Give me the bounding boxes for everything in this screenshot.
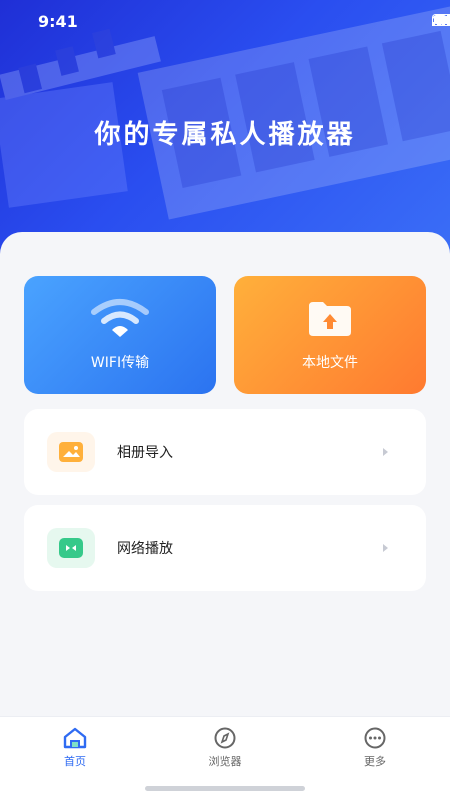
tab-home[interactable]: 首页 bbox=[35, 727, 115, 769]
local-files-card[interactable]: 本地文件 bbox=[234, 276, 426, 394]
chevron-right-icon bbox=[383, 448, 388, 456]
photo-album-icon bbox=[47, 432, 95, 472]
wifi-transfer-label: WIFI传输 bbox=[91, 352, 149, 372]
more-icon bbox=[362, 727, 388, 749]
compass-icon bbox=[212, 727, 238, 749]
tab-home-label: 首页 bbox=[64, 753, 86, 769]
home-icon bbox=[62, 727, 88, 749]
home-indicator bbox=[145, 786, 305, 791]
tab-browser[interactable]: 浏览器 bbox=[185, 727, 265, 769]
network-play-label: 网络播放 bbox=[117, 538, 383, 558]
network-play-icon bbox=[47, 528, 95, 568]
wifi-transfer-card[interactable]: WIFI传输 bbox=[24, 276, 216, 394]
hero-title: 你的专属私人播放器 bbox=[0, 114, 450, 151]
battery-icon bbox=[432, 14, 450, 26]
tab-more-label: 更多 bbox=[364, 753, 386, 769]
status-time: 9:41 bbox=[38, 12, 78, 31]
list-item-network-play[interactable]: 网络播放 bbox=[24, 505, 426, 591]
tab-more[interactable]: 更多 bbox=[335, 727, 415, 769]
list-item-album-import[interactable]: 相册导入 bbox=[24, 409, 426, 495]
local-files-label: 本地文件 bbox=[302, 352, 358, 372]
wifi-icon bbox=[90, 298, 150, 342]
chevron-right-icon bbox=[383, 544, 388, 552]
status-bar: 9:41 bbox=[0, 0, 450, 44]
hero-banner: 9:41 你的专属私人播放器 bbox=[0, 0, 450, 270]
folder-upload-icon bbox=[300, 298, 360, 342]
album-import-label: 相册导入 bbox=[117, 442, 383, 462]
tab-browser-label: 浏览器 bbox=[209, 753, 242, 769]
